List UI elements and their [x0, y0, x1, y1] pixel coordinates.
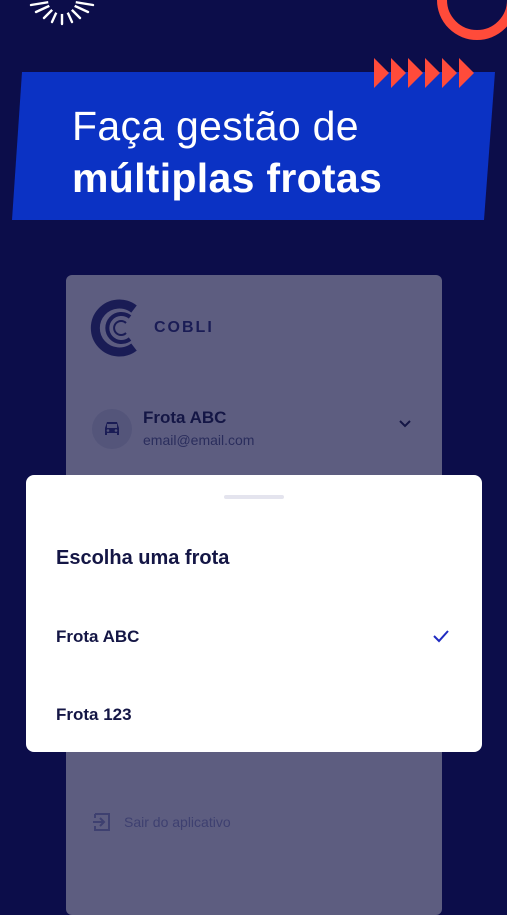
sheet-title: Escolha uma frota	[56, 547, 230, 569]
fleet-option[interactable]: Frota ABC	[26, 609, 482, 665]
cobli-logo: COBLI	[90, 297, 270, 359]
decorative-circle	[437, 0, 507, 40]
check-icon	[433, 630, 449, 643]
cobli-logo-icon	[90, 299, 137, 357]
car-icon	[92, 409, 132, 449]
logo-text: COBLI	[154, 319, 214, 336]
headline-line-1: Faça gestão de	[72, 103, 359, 149]
logout-label: Sair do aplicativo	[124, 814, 231, 830]
fleet-option-label: Frota ABC	[56, 627, 140, 646]
sun-rays-icon	[29, 0, 95, 26]
arrows-icon	[374, 58, 474, 88]
headline-line-2: múltiplas frotas	[72, 155, 383, 201]
chevron-down-icon[interactable]	[398, 419, 412, 429]
headline: Faça gestão de múltiplas frotas	[72, 100, 472, 204]
sheet-drag-handle[interactable]	[224, 495, 284, 499]
logout-icon	[93, 813, 110, 831]
fleet-option[interactable]: Frota 123	[26, 687, 482, 743]
fleet-name: Frota ABC	[143, 408, 227, 427]
fleet-option-label: Frota 123	[56, 705, 132, 724]
fleet-selector[interactable]: Frota ABC email@email.com	[92, 405, 422, 455]
fleet-email: email@email.com	[143, 432, 255, 448]
fleet-picker-sheet: Escolha uma frota Frota ABC Frota 123	[26, 475, 482, 752]
logout-button[interactable]: Sair do aplicativo	[92, 811, 292, 835]
